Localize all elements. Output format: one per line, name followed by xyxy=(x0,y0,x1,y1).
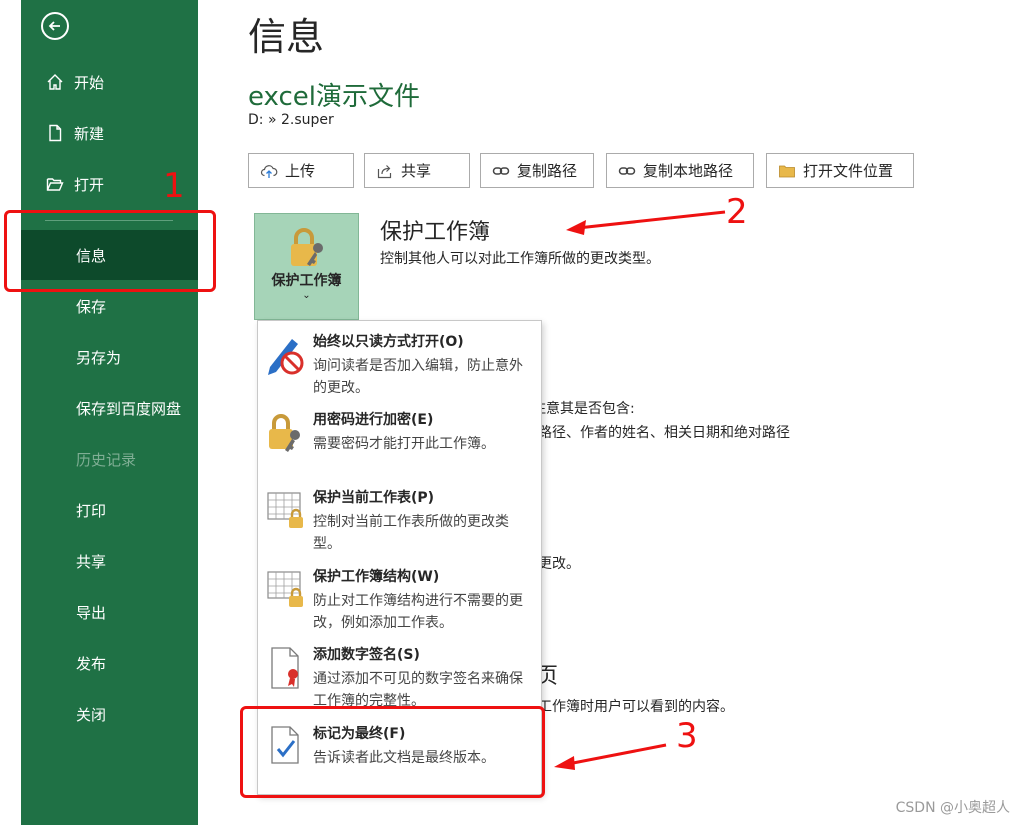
copy-local-path-button[interactable]: 复制本地路径 xyxy=(606,153,754,188)
menu-item-title: 保护工作簿结构(W) xyxy=(313,569,440,585)
sidebar-item-label: 保存 xyxy=(76,297,107,316)
cloud-upload-icon xyxy=(259,161,279,181)
annotation-number-3: 3 xyxy=(676,716,698,756)
protect-section-description: 控制其他人可以对此工作簿所做的更改类型。 xyxy=(380,251,660,267)
open-file-location-label: 打开文件位置 xyxy=(803,162,894,180)
file-path: D: » 2.super xyxy=(248,112,334,128)
menu-item-title: 用密码进行加密(E) xyxy=(313,412,434,428)
menu-item-always-open-read-only[interactable]: 始终以只读方式打开(O) 询问读者是否加入编辑，防止意外的更改。 xyxy=(258,331,541,409)
menu-item-description: 控制对当前工作表所做的更改类型。 xyxy=(313,514,509,552)
protect-section-title: 保护工作簿 xyxy=(380,220,491,245)
annotation-arrow-2 xyxy=(566,210,726,235)
upload-label: 上传 xyxy=(285,162,316,180)
open-file-location-button[interactable]: 打开文件位置 xyxy=(766,153,914,188)
link-icon xyxy=(617,161,637,181)
sidebar-item-label: 历史记录 xyxy=(76,450,137,469)
sidebar-item-save-as[interactable]: 另存为 xyxy=(21,332,198,382)
sidebar-item-label: 打开 xyxy=(74,175,105,194)
inspect-text-line1: 注意其是否包含: xyxy=(532,401,635,417)
sidebar-item-share[interactable]: 共享 xyxy=(21,536,198,586)
sidebar-item-close[interactable]: 关闭 xyxy=(21,689,198,739)
sidebar-item-label: 打印 xyxy=(76,501,107,520)
folder-icon xyxy=(777,161,797,181)
file-name: excel演示文件 xyxy=(248,82,420,112)
page-title: 信息 xyxy=(248,15,325,59)
annotation-arrow-3 xyxy=(554,743,667,770)
protect-workbook-button[interactable]: 保护工作簿 ⌄ xyxy=(254,213,359,320)
sidebar-item-export[interactable]: 导出 xyxy=(21,587,198,637)
signature-ribbon-icon xyxy=(271,647,299,689)
menu-item-protect-current-sheet[interactable]: 保护当前工作表(P) 控制对当前工作表所做的更改类型。 xyxy=(258,487,541,565)
sidebar-item-new[interactable]: 新建 xyxy=(21,108,198,158)
protect-tile-label: 保护工作簿 xyxy=(271,273,342,289)
link-icon xyxy=(491,161,511,181)
workbook-lock-icon xyxy=(267,571,303,607)
annotation-number-1: 1 xyxy=(163,166,185,206)
annotation-box-1 xyxy=(4,210,216,292)
back-arrow-icon xyxy=(48,21,60,31)
menu-item-title: 添加数字签名(S) xyxy=(313,647,420,663)
lock-key-icon xyxy=(269,414,300,452)
share-label: 共享 xyxy=(401,162,432,180)
chevron-down-icon: ⌄ xyxy=(302,290,311,301)
new-document-icon xyxy=(45,123,65,143)
menu-item-description: 防止对工作簿结构进行不需要的更改，例如添加工作表。 xyxy=(313,593,523,631)
sidebar-item-label: 另存为 xyxy=(76,348,122,367)
sidebar-item-label: 新建 xyxy=(74,124,105,143)
sidebar-item-home[interactable]: 开始 xyxy=(21,57,198,107)
menu-item-title: 始终以只读方式打开(O) xyxy=(313,334,464,350)
browser-view-text: 工作簿时用户可以看到的内容。 xyxy=(538,699,734,715)
sidebar-item-label: 导出 xyxy=(76,603,107,622)
sidebar-item-label: 关闭 xyxy=(76,705,107,724)
backstage-sidebar: 开始 新建 打开 信息 保存 另存为 保存到百度网盘 历史记录 打印 共享 导出… xyxy=(21,0,198,825)
sidebar-item-label: 保存到百度网盘 xyxy=(76,399,182,418)
open-folder-icon xyxy=(45,174,65,194)
menu-item-description: 需要密码才能打开此工作簿。 xyxy=(313,436,495,452)
inspect-text-line2: 路径、作者的姓名、相关日期和绝对路径 xyxy=(538,425,790,441)
sidebar-item-label: 开始 xyxy=(74,73,105,92)
sidebar-item-publish[interactable]: 发布 xyxy=(21,638,198,688)
home-icon xyxy=(45,72,65,92)
sidebar-item-print[interactable]: 打印 xyxy=(21,485,198,535)
menu-item-protect-workbook-structure[interactable]: 保护工作簿结构(W) 防止对工作簿结构进行不需要的更改，例如添加工作表。 xyxy=(258,566,541,644)
sidebar-item-label: 发布 xyxy=(76,654,107,673)
watermark: CSDN @小奥超人 xyxy=(895,800,1010,816)
lock-key-icon xyxy=(291,228,323,266)
menu-item-description: 询问读者是否加入编辑，防止意外的更改。 xyxy=(313,358,523,396)
menu-item-encrypt-with-password[interactable]: 用密码进行加密(E) 需要密码才能打开此工作簿。 xyxy=(258,409,541,481)
menu-item-title: 保护当前工作表(P) xyxy=(313,490,435,506)
pencil-no-edit-icon xyxy=(268,339,304,375)
upload-button[interactable]: 上传 xyxy=(248,153,354,188)
sidebar-item-save-to-baidu[interactable]: 保存到百度网盘 xyxy=(21,383,198,433)
sheet-lock-icon xyxy=(267,492,303,528)
sidebar-item-history: 历史记录 xyxy=(21,434,198,484)
share-icon xyxy=(375,161,395,181)
back-arrow-button[interactable] xyxy=(41,12,69,40)
annotation-box-3 xyxy=(240,706,545,798)
copy-path-label: 复制路径 xyxy=(517,162,578,180)
sidebar-item-label: 共享 xyxy=(76,552,107,571)
versions-text: 更改。 xyxy=(538,556,580,572)
share-button[interactable]: 共享 xyxy=(364,153,470,188)
copy-local-path-label: 复制本地路径 xyxy=(643,162,734,180)
copy-path-button[interactable]: 复制路径 xyxy=(480,153,594,188)
